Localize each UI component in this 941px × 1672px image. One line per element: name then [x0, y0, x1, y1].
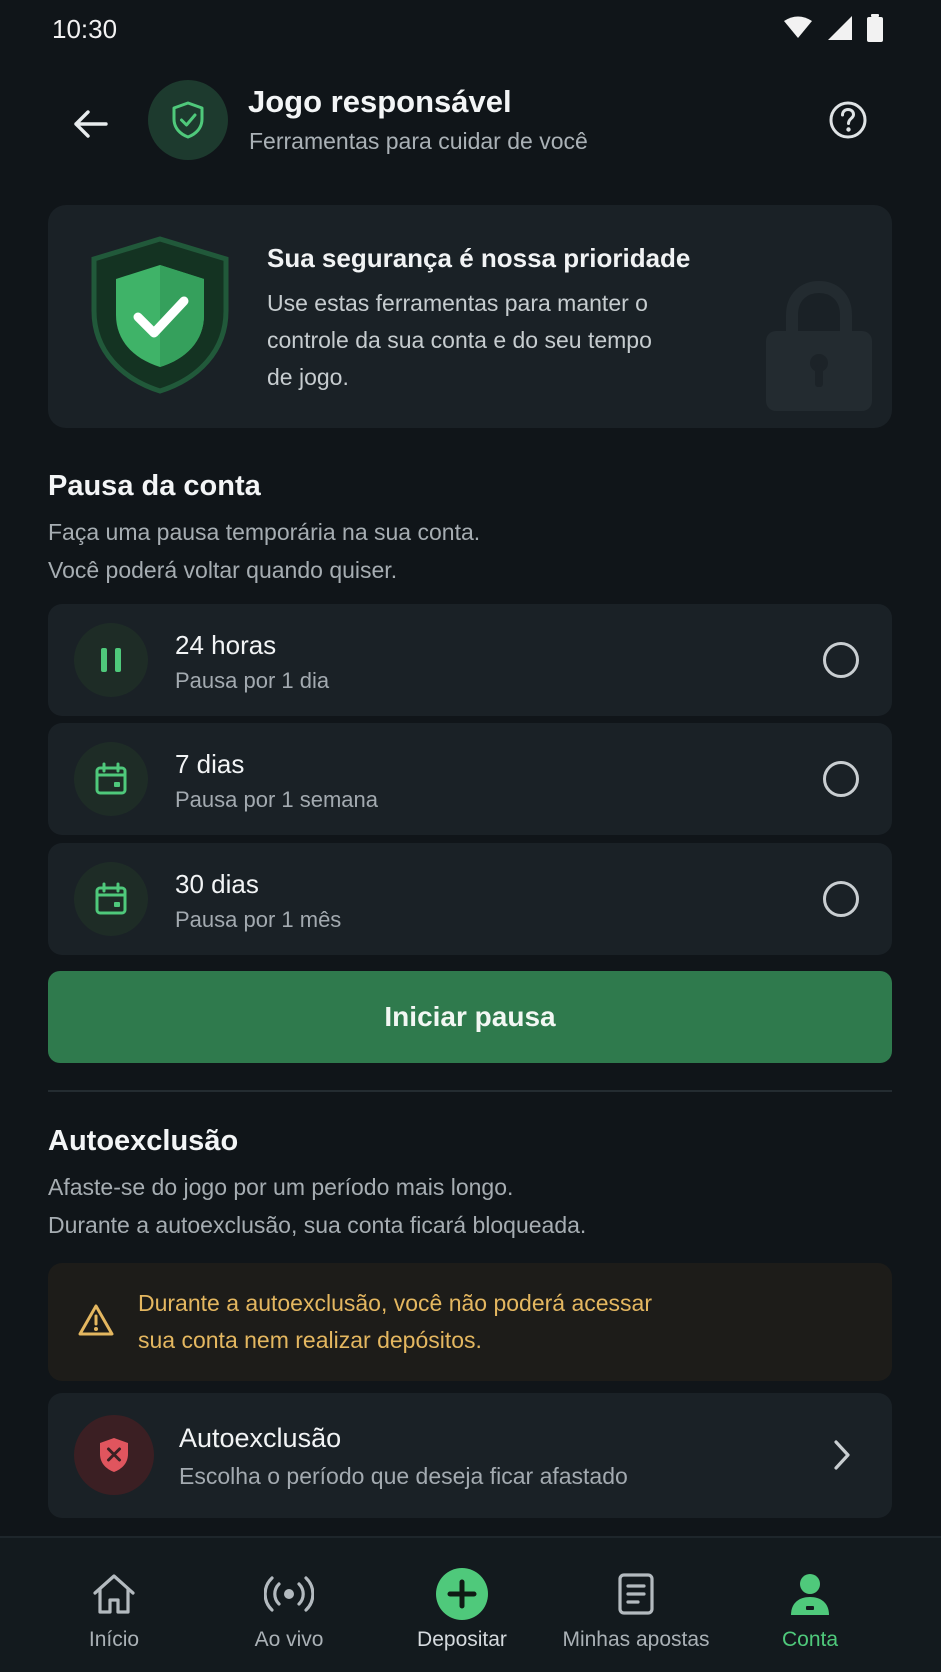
calendar-icon [74, 742, 148, 816]
self-exclusion-description-line1: Afaste-se do jogo por um período mais lo… [48, 1174, 514, 1200]
live-icon [264, 1576, 314, 1612]
signal-icon [828, 16, 852, 40]
warning-text: Durante a autoexclusão, você não poderá … [138, 1285, 838, 1359]
shield-check-icon [91, 236, 229, 394]
pause-icon [74, 623, 148, 697]
nav-item-depositar[interactable]: Depositar [402, 1538, 522, 1672]
home-icon [93, 1574, 135, 1614]
header-shield-badge [148, 80, 228, 160]
option-subtitle: Pausa por 1 semana [175, 787, 379, 812]
security-hero-card: Sua segurança é nossa prioridade Use est… [48, 205, 892, 428]
wifi-icon [784, 16, 812, 38]
start-pause-button[interactable]: Iniciar pausa [48, 971, 892, 1063]
arrow-left-icon [74, 110, 108, 138]
nav-item-inicio[interactable]: Início [64, 1538, 164, 1672]
pause-section-title: Pausa da conta [48, 470, 261, 502]
nav-label: Início [88, 1628, 140, 1651]
responsible-gaming-screen: 10:30 Jogo responsável Ferramentas para … [0, 0, 941, 1672]
lock-icon [766, 280, 872, 411]
nav-label: Minhas apostas [562, 1628, 710, 1651]
nav-item-minhas-apostas[interactable]: Minhas apostas [556, 1538, 716, 1672]
self-exclusion-link[interactable]: Autoexclusão Escolha o período que desej… [48, 1393, 892, 1518]
back-button[interactable] [64, 98, 116, 150]
battery-icon [867, 14, 883, 42]
self-exclusion-warning: Durante a autoexclusão, você não poderá … [48, 1263, 892, 1381]
radio-button[interactable] [823, 761, 859, 797]
pause-option-7d[interactable]: 7 dias Pausa por 1 semana [48, 723, 892, 835]
nav-label: Depositar [417, 1628, 507, 1651]
status-bar: 10:30 [0, 0, 941, 58]
plus-circle-icon [436, 1568, 488, 1620]
radio-button[interactable] [823, 642, 859, 678]
nav-label: Conta [781, 1628, 839, 1651]
calendar-icon [74, 862, 148, 936]
shield-x-icon [74, 1415, 154, 1495]
hero-title: Sua segurança é nossa prioridade [267, 243, 691, 273]
radio-button[interactable] [823, 881, 859, 917]
section-divider [48, 1090, 892, 1092]
option-title: 7 dias [175, 749, 245, 779]
page-subtitle: Ferramentas para cuidar de você [249, 128, 588, 154]
help-circle-icon [829, 101, 867, 139]
user-icon [791, 1574, 829, 1615]
help-button[interactable] [826, 98, 870, 142]
warning-line2: sua conta nem realizar depósitos. [138, 1327, 482, 1353]
chevron-right-icon [834, 1440, 850, 1470]
link-subtitle: Escolha o período que deseja ficar afast… [179, 1463, 628, 1489]
self-exclusion-description-line2: Durante a autoexclusão, sua conta ficará… [48, 1212, 587, 1238]
bottom-navigation: Início Ao vivo Depositar Minhas apostas … [0, 1536, 941, 1672]
app-header: Jogo responsável Ferramentas para cuidar… [0, 80, 941, 180]
shield-check-icon [172, 101, 204, 139]
nav-item-ao-vivo[interactable]: Ao vivo [229, 1538, 349, 1672]
hero-description: Use estas ferramentas para manter o cont… [267, 290, 652, 390]
pause-description-line2: Você poderá voltar quando quiser. [48, 557, 398, 583]
option-subtitle: Pausa por 1 mês [175, 907, 342, 932]
self-exclusion-section-title: Autoexclusão [48, 1125, 239, 1157]
nav-item-conta[interactable]: Conta [760, 1538, 860, 1672]
nav-label: Ao vivo [254, 1628, 324, 1651]
page-title: Jogo responsável [248, 84, 512, 119]
option-title: 24 horas [175, 630, 277, 660]
warning-icon [78, 1304, 114, 1336]
link-title: Autoexclusão [179, 1423, 342, 1453]
option-subtitle: Pausa por 1 dia [175, 668, 330, 693]
status-time: 10:30 [52, 14, 118, 44]
warning-line1: Durante a autoexclusão, você não poderá … [138, 1290, 652, 1316]
status-icons [783, 14, 883, 42]
option-title: 30 dias [175, 869, 259, 899]
pause-option-24h[interactable]: 24 horas Pausa por 1 dia [48, 604, 892, 716]
document-icon [618, 1573, 654, 1615]
pause-option-30d[interactable]: 30 dias Pausa por 1 mês [48, 843, 892, 955]
pause-description-line1: Faça uma pausa temporária na sua conta. [48, 519, 481, 545]
